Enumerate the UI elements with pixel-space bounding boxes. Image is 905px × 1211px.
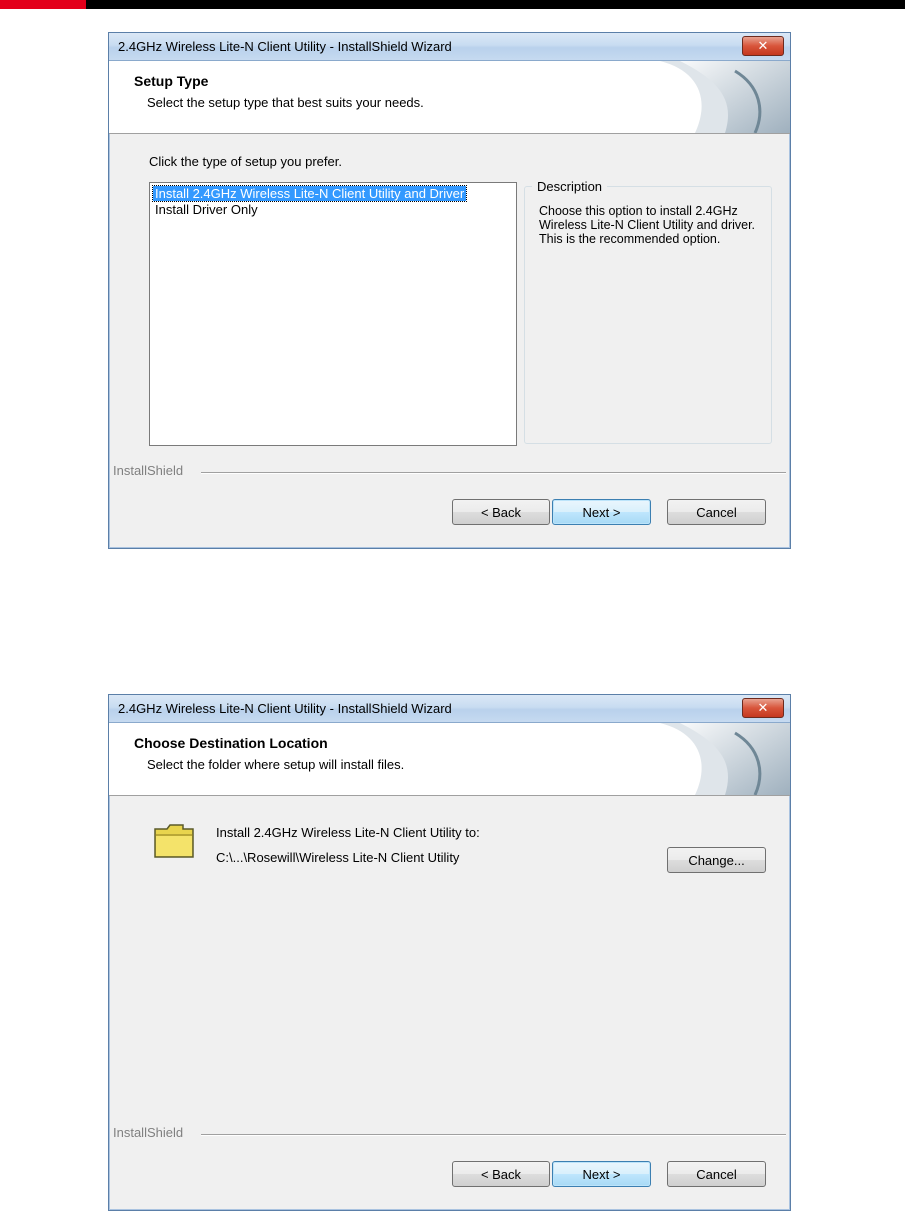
- page-curl-icon: [660, 61, 790, 133]
- page-top-bar-accent: [0, 0, 86, 9]
- setup-type-prompt: Click the type of setup you prefer.: [149, 154, 342, 169]
- cancel-button[interactable]: Cancel: [667, 499, 766, 525]
- page-top-bar: [0, 0, 905, 9]
- next-button[interactable]: Next >: [552, 1161, 651, 1187]
- page-title: Setup Type: [134, 73, 209, 89]
- divider: [201, 472, 786, 474]
- wizard-header: Choose Destination Location Select the f…: [109, 723, 790, 796]
- list-item-utility-and-driver[interactable]: Install 2.4GHz Wireless Lite-N Client Ut…: [151, 185, 468, 202]
- wizard-header: Setup Type Select the setup type that be…: [109, 61, 790, 134]
- description-text: Choose this option to install 2.4GHz Wir…: [539, 204, 756, 246]
- close-icon: ✕: [757, 700, 769, 715]
- close-icon: ✕: [757, 38, 769, 53]
- window-title: 2.4GHz Wireless Lite-N Client Utility - …: [118, 701, 452, 716]
- install-destination-path: C:\...\Rosewill\Wireless Lite-N Client U…: [216, 850, 460, 865]
- folder-icon: [154, 824, 194, 858]
- installshield-brand: InstallShield: [113, 1125, 184, 1140]
- page-subtitle: Select the folder where setup will insta…: [147, 757, 405, 772]
- next-button[interactable]: Next >: [552, 499, 651, 525]
- destination-dialog: 2.4GHz Wireless Lite-N Client Utility - …: [108, 694, 791, 1211]
- setup-type-listbox[interactable]: Install 2.4GHz Wireless Lite-N Client Ut…: [149, 182, 517, 446]
- divider: [201, 1134, 786, 1136]
- page-subtitle: Select the setup type that best suits yo…: [147, 95, 424, 110]
- title-bar[interactable]: 2.4GHz Wireless Lite-N Client Utility - …: [109, 695, 790, 723]
- install-destination-label: Install 2.4GHz Wireless Lite-N Client Ut…: [216, 825, 480, 840]
- page-curl-icon: [660, 723, 790, 795]
- description-label: Description: [532, 179, 608, 194]
- close-button[interactable]: ✕: [742, 36, 784, 56]
- page-title: Choose Destination Location: [134, 735, 328, 751]
- change-button[interactable]: Change...: [667, 847, 766, 873]
- title-bar[interactable]: 2.4GHz Wireless Lite-N Client Utility - …: [109, 33, 790, 61]
- list-item-driver-only[interactable]: Install Driver Only: [153, 202, 260, 217]
- installshield-brand: InstallShield: [113, 463, 184, 478]
- close-button[interactable]: ✕: [742, 698, 784, 718]
- setup-type-dialog: 2.4GHz Wireless Lite-N Client Utility - …: [108, 32, 791, 549]
- window-title: 2.4GHz Wireless Lite-N Client Utility - …: [118, 39, 452, 54]
- back-button[interactable]: < Back: [452, 1161, 550, 1187]
- back-button[interactable]: < Back: [452, 499, 550, 525]
- cancel-button[interactable]: Cancel: [667, 1161, 766, 1187]
